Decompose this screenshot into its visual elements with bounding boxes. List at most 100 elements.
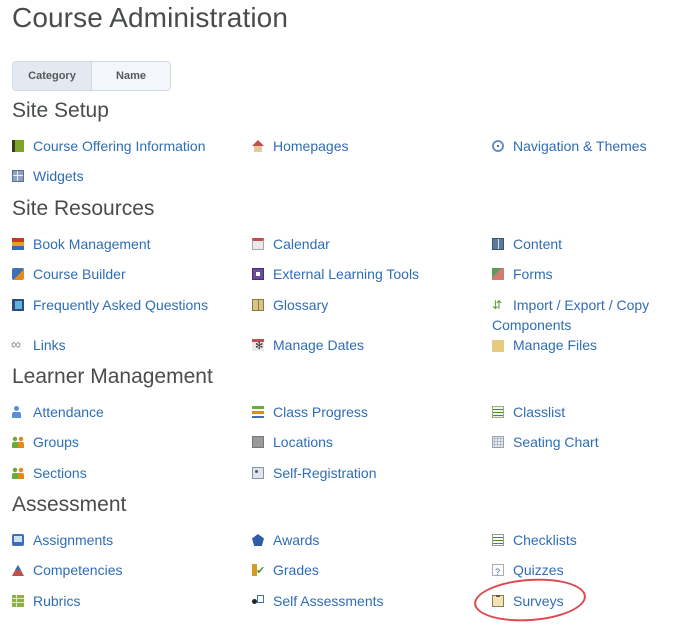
link-label: Calendar [273, 236, 330, 252]
link-import-export-copy[interactable]: Import / Export / Copy Components [492, 295, 672, 335]
rubrics-icon [12, 595, 24, 607]
manage-dates-icon [252, 339, 264, 352]
section-learner-management: Learner Management [12, 362, 698, 392]
link-rubrics[interactable]: Rubrics [12, 591, 80, 611]
link-label: Forms [513, 266, 553, 282]
book-stack-icon [12, 238, 24, 250]
link-label: Quizzes [513, 562, 564, 578]
content-icon [492, 238, 504, 250]
link-course-offering-information[interactable]: Course Offering Information [12, 136, 206, 156]
faq-icon [12, 299, 24, 311]
link-glossary[interactable]: Glossary [252, 295, 328, 315]
link-label: Self-Registration [273, 465, 377, 481]
link-faq[interactable]: Frequently Asked Questions [12, 295, 208, 315]
folder-icon [492, 340, 504, 352]
link-book-management[interactable]: Book Management [12, 234, 151, 254]
link-label: Competencies [33, 562, 123, 578]
link-locations[interactable]: Locations [252, 432, 333, 452]
book-icon [12, 140, 24, 152]
link-label: Groups [33, 434, 79, 450]
link-quizzes[interactable]: Quizzes [492, 560, 564, 582]
forms-icon [492, 268, 504, 280]
link-label: Classlist [513, 404, 566, 420]
link-label: Self Assessments [273, 593, 384, 609]
link-label: Content [513, 236, 563, 252]
link-manage-files[interactable]: Manage Files [492, 335, 597, 355]
link-label: Assignments [33, 532, 114, 548]
link-label: Frequently Asked Questions [33, 297, 209, 313]
section-site-setup: Site Setup [12, 96, 698, 126]
link-classlist[interactable]: Classlist [492, 402, 565, 422]
link-label: External Learning Tools [273, 266, 420, 282]
seating-chart-icon [492, 436, 504, 448]
link-links[interactable]: Links [11, 334, 66, 355]
link-seating-chart[interactable]: Seating Chart [492, 432, 599, 452]
course-builder-icon [12, 268, 24, 280]
link-label: Course Offering Information [33, 138, 206, 154]
link-competencies[interactable]: Competencies [12, 560, 123, 580]
section-site-resources: Site Resources [12, 194, 698, 224]
link-forms[interactable]: Forms [492, 264, 553, 284]
link-checklists[interactable]: Checklists [492, 530, 577, 550]
locations-icon [252, 436, 264, 448]
competencies-icon [12, 564, 24, 576]
section-heading: Assessment [12, 493, 127, 516]
class-progress-icon [252, 406, 264, 418]
toggle-category-button[interactable]: Category [13, 62, 91, 90]
surveys-icon [492, 595, 504, 607]
link-label: Import / Export / Copy Components [492, 297, 650, 333]
attendance-icon [12, 406, 24, 418]
link-course-builder[interactable]: Course Builder [12, 264, 126, 284]
link-assignments[interactable]: Assignments [12, 530, 113, 550]
link-label: Locations [273, 434, 333, 450]
link-label: Navigation & Themes [513, 138, 647, 154]
link-label: Awards [273, 532, 320, 548]
sections-icon [12, 467, 24, 479]
link-homepages[interactable]: Homepages [252, 136, 349, 156]
glossary-icon [252, 299, 264, 311]
checklists-icon [492, 534, 504, 546]
link-calendar[interactable]: Calendar [252, 234, 330, 254]
home-icon [252, 140, 264, 152]
link-groups[interactable]: Groups [12, 432, 79, 452]
external-tools-icon [252, 268, 264, 280]
link-label: Class Progress [273, 404, 368, 420]
link-label: Manage Files [513, 337, 598, 353]
link-navigation-themes[interactable]: Navigation & Themes [492, 136, 647, 156]
quizzes-icon [492, 562, 504, 582]
self-assessments-icon [252, 595, 264, 607]
link-label: Course Builder [33, 266, 126, 282]
link-self-assessments[interactable]: Self Assessments [252, 591, 384, 611]
link-class-progress[interactable]: Class Progress [252, 402, 368, 422]
groups-icon [12, 436, 24, 448]
section-heading: Site Resources [12, 197, 155, 220]
grades-icon [252, 561, 265, 581]
link-awards[interactable]: Awards [252, 530, 319, 550]
link-grades[interactable]: Grades [252, 560, 319, 581]
link-label: Grades [273, 562, 319, 578]
link-external-learning-tools[interactable]: External Learning Tools [252, 264, 419, 284]
link-manage-dates[interactable]: Manage Dates [252, 335, 364, 355]
link-label: Book Management [33, 236, 151, 252]
link-icon [11, 334, 24, 354]
self-registration-icon [252, 467, 264, 479]
link-label: Manage Dates [273, 337, 365, 353]
import-export-icon [492, 295, 504, 315]
link-content[interactable]: Content [492, 234, 562, 254]
page-title: Course Administration [12, 2, 289, 33]
link-widgets[interactable]: Widgets [12, 166, 84, 186]
link-label: Glossary [273, 297, 329, 313]
link-sections[interactable]: Sections [12, 463, 87, 483]
awards-icon [252, 534, 264, 546]
section-assessment: Assessment [12, 490, 698, 520]
link-label: Surveys [513, 593, 564, 609]
link-label: Homepages [273, 138, 349, 154]
assignments-icon [12, 534, 24, 546]
link-self-registration[interactable]: Self-Registration [252, 463, 377, 483]
link-label: Links [33, 337, 66, 353]
compass-icon [492, 140, 504, 152]
toggle-name-button[interactable]: Name [91, 62, 170, 90]
link-attendance[interactable]: Attendance [12, 402, 104, 422]
section-heading: Learner Management [12, 365, 213, 388]
link-surveys[interactable]: Surveys [492, 591, 564, 611]
